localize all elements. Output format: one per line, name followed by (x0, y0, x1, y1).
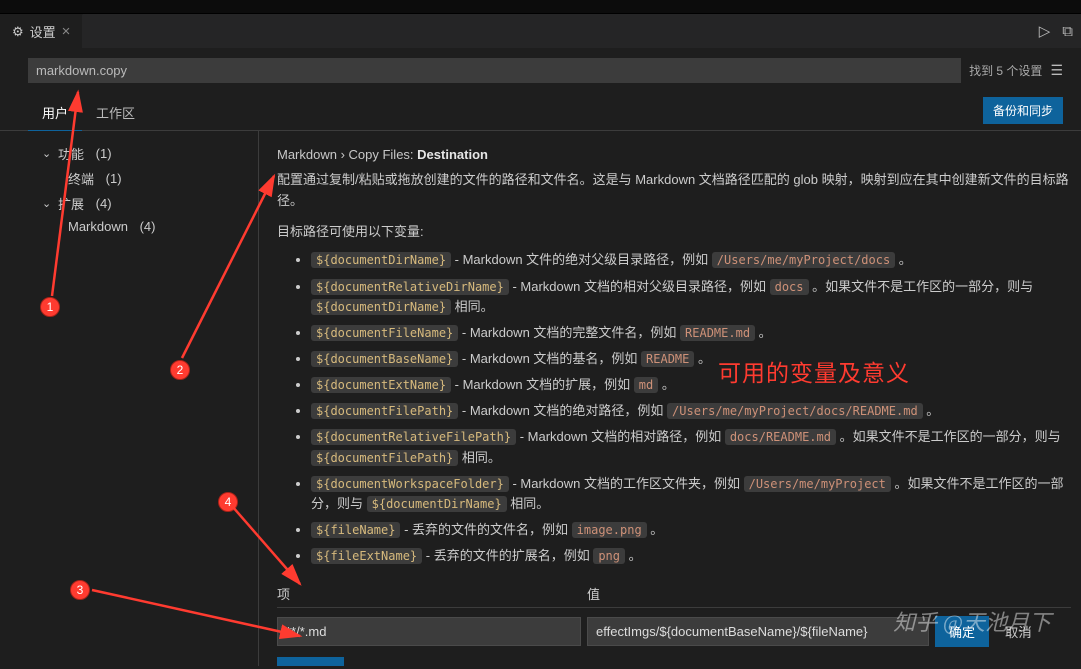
kv-header-val: 值 (587, 584, 600, 603)
variable-item: ${documentRelativeDirName} - Markdown 文档… (311, 277, 1071, 317)
variable-item: ${fileExtName} - 丢弃的文件的扩展名，例如 png 。 (311, 546, 1071, 566)
annotation-marker-2: 2 (170, 360, 190, 380)
gear-icon[interactable]: ⚙ (258, 147, 1081, 165)
variable-item: ${documentWorkspaceFolder} - Markdown 文档… (311, 474, 1071, 514)
kv-header-key: 项 (277, 584, 587, 603)
kv-value-input[interactable] (587, 617, 929, 646)
annotation-red-text: 可用的变量及意义 (718, 354, 910, 388)
tree-item-terminal[interactable]: 终端 (1) (0, 166, 258, 191)
kv-key-input[interactable] (277, 617, 581, 646)
vars-intro: 目标路径可使用以下变量: (277, 222, 1071, 243)
settings-search-input[interactable] (28, 58, 961, 83)
gear-icon: ⚙ (12, 24, 24, 40)
search-result-count: 找到 5 个设置 (969, 62, 1042, 79)
variable-item: ${documentFileName} - Markdown 文档的完整文件名，… (311, 323, 1071, 343)
settings-scope-row: 用户 工作区 备份和同步 (0, 89, 1081, 131)
variable-item: ${documentDirName} - Markdown 文件的绝对父级目录路… (311, 250, 1071, 270)
variable-item: ${documentFilePath} - Markdown 文档的绝对路径，例… (311, 401, 1071, 421)
variable-item: ${documentBaseName} - Markdown 文档的基名，例如 … (311, 349, 1071, 369)
split-icon[interactable]: ⧉ (1062, 23, 1073, 40)
settings-tree: ⌄ 功能 (1) 终端 (1) ⌄ 扩展 (4) Markdown (4) (0, 131, 258, 666)
settings-search-row: 找到 5 个设置 ☰ (0, 48, 1081, 89)
add-item-button[interactable]: 添加项 (277, 657, 344, 666)
variable-item: ${fileName} - 丢弃的文件的文件名，例如 image.png 。 (311, 520, 1071, 540)
backup-sync-button[interactable]: 备份和同步 (983, 97, 1063, 124)
tab-settings[interactable]: ⚙ 设置 × (0, 14, 83, 48)
close-icon[interactable]: × (62, 23, 71, 40)
annotation-marker-1: 1 (40, 297, 60, 317)
annotation-marker-4: 4 (218, 492, 238, 512)
variable-item: ${documentRelativeFilePath} - Markdown 文… (311, 427, 1071, 467)
tree-group-extensions[interactable]: ⌄ 扩展 (4) (0, 191, 258, 216)
filter-icon[interactable]: ☰ (1050, 62, 1063, 79)
settings-content: ⚙ Markdown › Copy Files: Destination 配置通… (258, 131, 1081, 666)
editor-tabbar: ⚙ 设置 × ▷ ⧉ (0, 14, 1081, 48)
chevron-down-icon: ⌄ (42, 147, 54, 160)
annotation-marker-3: 3 (70, 580, 90, 600)
scope-user-tab[interactable]: 用户 (28, 95, 82, 131)
chevron-down-icon: ⌄ (42, 197, 54, 210)
tab-label: 设置 (30, 22, 56, 41)
tree-group-features[interactable]: ⌄ 功能 (1) (0, 141, 258, 166)
scope-workspace-tab[interactable]: 工作区 (82, 95, 149, 130)
variable-item: ${documentExtName} - Markdown 文档的扩展，例如 m… (311, 375, 1071, 395)
titlebar (0, 0, 1081, 14)
setting-description: 配置通过复制/粘贴或拖放创建的文件的路径和文件名。这是与 Markdown 文档… (277, 170, 1071, 212)
variable-list: ${documentDirName} - Markdown 文件的绝对父级目录路… (311, 250, 1071, 566)
play-icon[interactable]: ▷ (1039, 22, 1051, 40)
watermark: 知乎 @天池月下 (893, 605, 1051, 637)
tree-item-markdown[interactable]: Markdown (4) (0, 216, 258, 237)
